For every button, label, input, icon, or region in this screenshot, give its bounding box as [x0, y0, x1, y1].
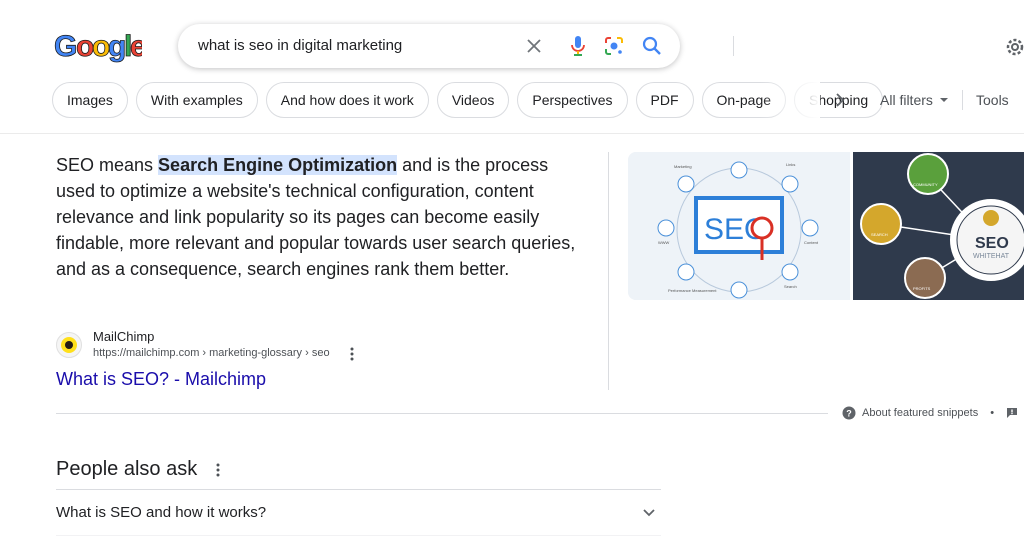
paa-question-text: What is SEO and how it works? — [56, 504, 267, 521]
gear-icon[interactable] — [1004, 36, 1024, 58]
svg-text:G: G — [54, 30, 77, 63]
people-also-ask-title: People also ask — [56, 458, 198, 480]
search-input[interactable]: what is seo in digital marketing — [198, 37, 402, 54]
chevron-down-icon — [643, 509, 655, 517]
search-box-divider — [733, 36, 734, 56]
feedback-icon[interactable] — [1006, 407, 1018, 419]
svg-text:e: e — [130, 30, 142, 63]
chip-perspectives[interactable]: Perspectives — [517, 82, 628, 118]
chip-images[interactable]: Images — [52, 82, 128, 118]
tools-button[interactable]: Tools — [976, 92, 1009, 108]
help-icon: ? — [842, 406, 856, 420]
all-filters-label: All filters — [880, 92, 933, 108]
google-lens-icon[interactable] — [602, 34, 626, 58]
chip-fade-overlay — [760, 82, 820, 118]
caret-down-icon — [939, 98, 948, 102]
search-box[interactable]: what is seo in digital marketing — [178, 24, 734, 68]
paa-divider-bottom — [56, 535, 661, 536]
chip-and-how-does-it-work[interactable]: And how does it work — [265, 82, 429, 118]
img1-label-www: WWW — [658, 240, 670, 245]
about-separator: • — [990, 407, 995, 419]
search-header: G o o g l e what is seo in digital marke… — [0, 0, 1024, 134]
about-featured-snippets-label: About featured snippets — [862, 407, 979, 419]
snippet-text-before: SEO means — [56, 155, 159, 175]
result-title-link[interactable]: What is SEO? - Mailchimp — [56, 369, 266, 390]
chevron-right-icon[interactable] — [830, 90, 850, 110]
chip-pdf[interactable]: PDF — [635, 82, 694, 118]
chip-with-examples[interactable]: With examples — [135, 82, 258, 118]
img1-label-marketing: Marketing — [674, 164, 692, 169]
chip-videos[interactable]: Videos — [436, 82, 510, 118]
clear-icon[interactable] — [522, 34, 546, 58]
img2-label-search: SEARCH — [871, 232, 888, 237]
more-vert-icon[interactable] — [346, 346, 358, 362]
mailchimp-favicon — [56, 332, 82, 358]
img1-label-search: Search — [784, 284, 797, 289]
img2-label-community: COMMUNITY — [913, 182, 938, 187]
img1-label-links: Links — [786, 162, 795, 167]
snippet-highlight: Search Engine Optimization — [158, 155, 398, 175]
tools-divider — [962, 90, 963, 110]
seo-diagram-image[interactable]: SEO Marketing Links Content Search Perfo… — [628, 152, 850, 300]
img1-label-performance: Performance Measurement — [668, 288, 717, 293]
img2-whitehat-text: WHITEHAT — [973, 253, 1010, 260]
img1-label-content: Content — [804, 240, 819, 245]
svg-text:?: ? — [846, 409, 852, 419]
snippet-bottom-divider — [56, 413, 828, 414]
snippet-divider — [608, 152, 609, 390]
img2-seo-text: SEO — [975, 235, 1009, 252]
paa-more-vert-icon[interactable] — [212, 462, 224, 478]
google-doodle-logo[interactable]: G o o g l e — [52, 26, 147, 66]
seo-whitehat-image[interactable]: SEO WHITEHAT COMMUNITY SEARCH PROFITS — [853, 152, 1024, 300]
source-name: MailChimp — [93, 329, 155, 344]
source-url: https://mailchimp.com › marketing-glossa… — [93, 347, 330, 359]
about-featured-snippets[interactable]: ? About featured snippets • — [842, 406, 1018, 420]
featured-snippet-text: SEO means Search Engine Optimization and… — [56, 152, 586, 282]
microphone-icon[interactable] — [566, 34, 590, 58]
img2-label-profits: PROFITS — [913, 286, 931, 291]
all-filters-button[interactable]: All filters — [880, 92, 951, 108]
paa-question[interactable]: What is SEO and how it works? — [56, 490, 661, 534]
search-icon[interactable] — [640, 34, 664, 58]
search-filter-chips: Images With examples And how does it wor… — [52, 82, 884, 118]
